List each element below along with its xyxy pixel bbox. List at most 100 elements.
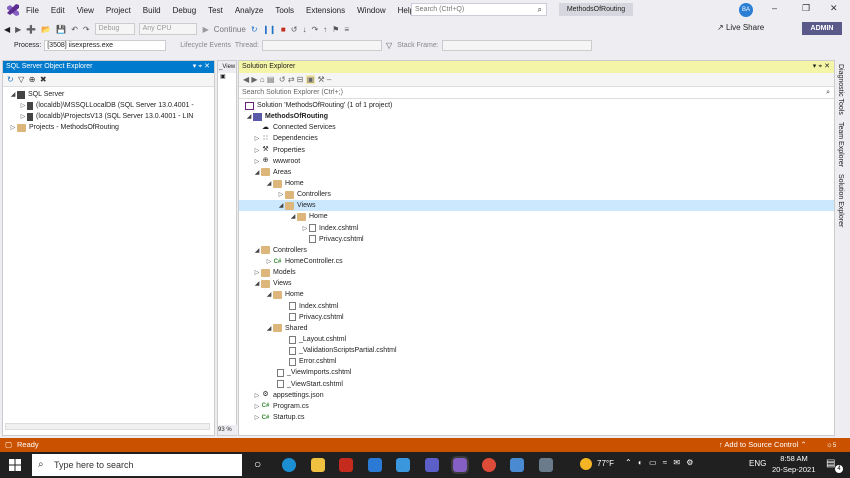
weather-icon[interactable] — [580, 458, 592, 470]
refresh-icon[interactable]: ↻ — [251, 25, 258, 34]
filter-icon[interactable]: ▽ — [386, 41, 392, 50]
tree-item-areas-privacy[interactable]: Privacy.cshtml — [239, 234, 834, 245]
dropbox-icon[interactable] — [396, 458, 410, 472]
menu-file[interactable]: File — [26, 6, 39, 15]
panel-pin-close-icons[interactable]: ▾ ⌖ ✕ — [813, 61, 830, 73]
refresh-icon[interactable]: ↻ — [7, 75, 14, 84]
pause-icon[interactable]: ❙❙ — [263, 25, 276, 34]
tree-item-projects[interactable]: ▷ Projects - MethodsOfRouting — [3, 122, 214, 133]
stack-frame-dropdown[interactable] — [441, 39, 592, 51]
language-indicator[interactable]: ENG — [749, 459, 766, 468]
continue-button[interactable]: Continue — [214, 25, 246, 34]
clock-time[interactable]: 8:58 AM — [779, 454, 809, 463]
expanded-arrow-icon[interactable]: ◢ — [277, 202, 285, 209]
tree-item-areas-index[interactable]: ▷ Index.cshtml — [239, 223, 834, 234]
tree-item-properties[interactable]: ▷ ⚒ Properties — [239, 145, 834, 156]
open-icon[interactable]: 📂 — [41, 25, 51, 34]
bookmark-icon[interactable]: ⚑ — [332, 25, 339, 34]
pending-changes-icon[interactable]: ↺ — [279, 75, 286, 84]
tree-item-areas-views[interactable]: ◢ Views — [239, 200, 834, 212]
collapsed-arrow-icon[interactable]: ▷ — [253, 403, 261, 410]
tree-item-projectsv13[interactable]: ▷ (localdb)\ProjectsV13 (SQL Server 13.0… — [3, 111, 214, 122]
tree-item-views-privacy[interactable]: Privacy.cshtml — [239, 312, 834, 323]
tree-item-controllers[interactable]: ◢ Controllers — [239, 245, 834, 256]
collapsed-arrow-icon[interactable]: ▷ — [253, 269, 261, 276]
properties-icon[interactable]: ⚒ — [317, 75, 324, 84]
expanded-arrow-icon[interactable]: ◢ — [9, 91, 17, 98]
expanded-arrow-icon[interactable]: ◢ — [289, 213, 297, 220]
close-icon[interactable]: ✕ — [830, 3, 838, 14]
tree-item-sql-server[interactable]: ◢ SQL Server — [3, 89, 214, 100]
back-icon[interactable]: ◀ — [4, 25, 10, 34]
undo-icon[interactable]: ↶ — [71, 25, 78, 34]
collapsed-arrow-icon[interactable]: ▷ — [277, 191, 285, 198]
menu-edit[interactable]: Edit — [51, 6, 65, 15]
global-search-input[interactable]: Search (Ctrl+Q) ⌕ — [411, 3, 547, 16]
menu-debug[interactable]: Debug — [173, 6, 197, 15]
expanded-arrow-icon[interactable]: ◢ — [265, 325, 273, 332]
menu-build[interactable]: Build — [143, 6, 161, 15]
menu-view[interactable]: View — [77, 6, 94, 15]
collapsed-arrow-icon[interactable]: ▷ — [253, 414, 261, 421]
collapsed-arrow-icon[interactable]: ▷ — [9, 124, 17, 131]
tree-item-views-index[interactable]: Index.cshtml — [239, 301, 834, 312]
minimize-icon[interactable]: – — [772, 3, 777, 13]
taskbar-search-input[interactable]: ⌕ Type here to search — [32, 454, 242, 476]
preview-icon[interactable]: – — [327, 75, 331, 84]
status-output-icon[interactable]: ▢ — [5, 438, 12, 452]
clock-date[interactable]: 20-Sep-2021 — [772, 465, 815, 474]
edge-icon[interactable] — [282, 458, 296, 472]
comment-icon[interactable]: ≡ — [344, 25, 349, 34]
visual-studio-taskbar-icon[interactable] — [451, 456, 469, 474]
editor-tab[interactable]: _View — [218, 61, 236, 73]
tree-item-views[interactable]: ◢ Views — [239, 278, 834, 289]
chrome-icon[interactable] — [482, 458, 496, 472]
tree-item-connected-services[interactable]: ☁ Connected Services — [239, 122, 834, 133]
tree-item-areas-views-home[interactable]: ◢ Home — [239, 211, 834, 222]
live-share-button[interactable]: ↗ Live Share — [717, 23, 764, 32]
tree-item-views-home[interactable]: ◢ Home — [239, 289, 834, 300]
switch-views-icon[interactable]: ▤ — [267, 75, 275, 84]
panel-pin-close-icons[interactable]: ▾ ⌖ ✕ — [193, 61, 210, 73]
mail-icon[interactable] — [368, 458, 382, 472]
tree-item-areas[interactable]: ◢ Areas — [239, 167, 834, 178]
teams-icon[interactable] — [425, 458, 439, 472]
app-icon[interactable] — [339, 458, 353, 472]
tab-team-explorer[interactable]: Team Explorer — [837, 122, 844, 167]
app-icon[interactable] — [510, 458, 524, 472]
tree-item-viewimports[interactable]: _ViewImports.cshtml — [239, 367, 834, 378]
system-tray-icons[interactable]: ⌃ ◐ ▭ ≈ ✉ ⚙ — [625, 458, 695, 467]
configuration-dropdown[interactable]: Debug — [94, 23, 135, 35]
process-dropdown[interactable]: [3508] iisexpress.exe — [44, 39, 167, 51]
add-server-icon[interactable]: ⊕ — [29, 75, 36, 84]
tree-item-solution[interactable]: Solution 'MethodsOfRouting' (1 of 1 proj… — [239, 100, 834, 111]
step-into-icon[interactable]: ↓ — [302, 25, 306, 34]
new-item-icon[interactable]: ➕ — [26, 25, 36, 34]
home-icon[interactable]: ⌂ — [260, 75, 265, 84]
redo-icon[interactable]: ↷ — [83, 25, 90, 34]
collapsed-arrow-icon[interactable]: ▷ — [253, 158, 261, 165]
tree-item-models[interactable]: ▷ Models — [239, 267, 834, 278]
tree-item-appsettings[interactable]: ▷ ⚙ appsettings.json — [239, 390, 834, 401]
forward-icon[interactable]: ▶ — [15, 25, 21, 34]
tree-item-validation-partial[interactable]: _ValidationScriptsPartial.cshtml — [239, 345, 834, 356]
tree-item-project[interactable]: ◢ MethodsOfRouting — [239, 111, 834, 122]
tree-item-layout[interactable]: _Layout.cshtml — [239, 334, 834, 345]
tree-item-viewstart[interactable]: _ViewStart.cshtml — [239, 379, 834, 390]
tree-item-wwwroot[interactable]: ▷ ⊕ wwwroot — [239, 156, 834, 167]
expanded-arrow-icon[interactable]: ◢ — [253, 247, 261, 254]
expanded-arrow-icon[interactable]: ◢ — [265, 291, 273, 298]
collapsed-arrow-icon[interactable]: ▷ — [19, 113, 27, 120]
step-out-icon[interactable]: ↑ — [323, 25, 327, 34]
tree-item-homecontroller[interactable]: ▷ C# HomeController.cs — [239, 256, 834, 267]
editor-nav-icon[interactable]: ▣ — [218, 73, 236, 83]
expanded-arrow-icon[interactable]: ◢ — [245, 113, 253, 120]
expanded-arrow-icon[interactable]: ◢ — [265, 180, 273, 187]
collapsed-arrow-icon[interactable]: ▷ — [301, 225, 309, 232]
thread-dropdown[interactable] — [261, 39, 382, 51]
expanded-arrow-icon[interactable]: ◢ — [253, 169, 261, 176]
restart-icon[interactable]: ↺ — [291, 25, 298, 34]
menu-extensions[interactable]: Extensions — [306, 6, 345, 15]
tree-item-areas-home[interactable]: ◢ Home — [239, 178, 834, 189]
show-all-files-icon[interactable]: ▣ — [305, 75, 316, 84]
